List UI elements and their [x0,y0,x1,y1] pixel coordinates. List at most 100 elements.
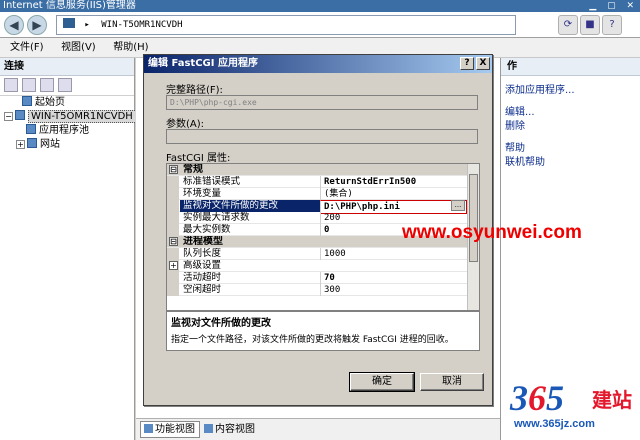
grid-row-environment-variables[interactable]: 环境变量 (集合) [167,188,467,200]
arguments-label: 参数(A): [166,119,205,130]
tree-item-app-pools[interactable]: 应用程序池 [0,124,134,138]
property-name: 队列长度 [183,248,222,259]
category-label: 常规 [183,164,203,175]
property-value[interactable]: 70 [320,272,467,284]
fastcgi-properties-label: FastCGI 属性: [166,153,231,164]
description-text: 指定一个文件路径，对该文件所做的更改将触发 FastCGI 进程的回收。 [171,335,454,345]
tree-item-sites[interactable]: + 网站 [0,138,134,152]
full-path-label: 完整路径(F): [166,85,223,96]
collapse-icon[interactable]: − [4,112,13,121]
up-icon[interactable] [40,78,54,92]
action-online-help[interactable]: 联机帮助 [501,156,640,170]
site-logo: 365 建站 www.365jz.com [510,378,636,436]
help-button[interactable]: ? [460,57,474,70]
menu-view[interactable]: 视图(V) [51,38,96,58]
arguments-field[interactable] [166,129,478,144]
stop-icon[interactable]: ■ [580,15,600,35]
address-tools: ⟳ ■? [556,15,630,35]
collapse-icon[interactable]: ⊟ [169,165,178,174]
help-icon[interactable]: ? [602,15,622,35]
breadcrumb-arrow[interactable]: ▸ [84,20,89,30]
tree-item-start-page[interactable]: 起始页 [0,96,134,110]
grid-category-general[interactable]: ⊟ 常规 [167,164,467,176]
globe-icon [27,138,37,148]
row-gutter [167,188,179,200]
back-arrow-icon[interactable]: ◀ [4,15,24,35]
property-name: 标准错误模式 [183,176,241,187]
action-add-application[interactable]: 添加应用程序... [501,84,640,98]
property-name: 活动超时 [183,272,222,283]
tree-item-label: 应用程序池 [39,125,89,136]
tab-label: 内容视图 [215,424,255,435]
property-name: 空闲超时 [183,284,222,295]
row-gutter [167,272,179,284]
connect-icon[interactable] [4,78,18,92]
grid-row-monitor-changes[interactable]: 监视对文件所做的更改 D:\PHP\php.ini ... [167,200,467,214]
row-gutter [167,212,179,224]
features-view-icon [144,424,153,433]
grid-row-stderr-mode[interactable]: 标准错误模式 ReturnStdErrIn500 [167,176,467,188]
tree-item-label: 起始页 [35,97,65,108]
property-name: 环境变量 [183,188,222,199]
property-name: 最大实例数 [183,224,231,235]
menu-help[interactable]: 帮助(H) [103,38,148,58]
property-value[interactable]: ReturnStdErrIn500 [320,176,467,188]
grid-row-activity-timeout[interactable]: 活动超时 70 [167,272,467,284]
property-description: 监视对文件所做的更改 指定一个文件路径，对该文件所做的更改将触发 FastCGI… [166,311,480,351]
watermark-url: www.osyunwei.com [402,222,582,243]
row-gutter [167,224,179,236]
save-icon[interactable] [22,78,36,92]
property-value[interactable]: (集合) [320,188,467,200]
address-bar: ◀ ▶ ▸ WIN-T5OMR1NCVDH ⟳ ■? [0,12,640,38]
action-help[interactable]: 帮助 [501,142,640,156]
logo-digit: 5 [546,378,564,418]
row-gutter [167,248,179,260]
grid-row-advanced-settings[interactable]: + 高级设置 [167,260,467,272]
logo-digit: 6 [528,378,546,418]
logo-digit: 3 [510,378,528,418]
collapse-icon[interactable]: ⊟ [169,237,178,246]
expand-icon[interactable]: + [16,140,25,149]
full-path-field[interactable]: D:\PHP\php-cgi.exe [166,95,478,110]
tree-item-label: 网站 [40,139,60,150]
action-edit[interactable]: 编辑... [501,106,640,120]
forward-arrow-icon[interactable]: ▶ [27,15,47,35]
row-gutter [167,176,179,188]
view-tabs: 功能视图 内容视图 [136,418,500,440]
grid-row-idle-timeout[interactable]: 空闲超时 300 [167,284,467,296]
window-titlebar: Internet 信息服务(IIS)管理器 ▁ ▢ ✕ [0,0,640,12]
content-view-icon [204,424,213,433]
tab-features-view[interactable]: 功能视图 [140,421,200,438]
app-pool-icon [26,124,36,134]
expand-icon[interactable]: + [169,261,178,270]
category-label: 进程模型 [183,236,223,247]
property-name: 高级设置 [183,260,222,271]
server-icon [63,18,75,28]
action-delete[interactable]: 删除 [501,120,640,134]
window-controls[interactable]: ▁ ▢ ✕ [589,0,638,12]
breadcrumb-server[interactable]: WIN-T5OMR1NCVDH [101,20,182,30]
tab-content-view[interactable]: 内容视图 [200,421,260,438]
row-gutter [167,200,179,212]
dialog-title: 编辑 FastCGI 应用程序 [148,58,258,69]
property-value[interactable]: 300 [320,284,467,296]
refresh-connections-icon[interactable] [58,78,72,92]
connections-header: 连接 [0,58,134,76]
tree-item-server[interactable]: − WIN-T5OMR1NCVDH (WIN [0,110,164,124]
ok-button[interactable]: 确定 [349,372,415,392]
actions-header: 作 [501,58,640,76]
logo-url: www.365jz.com [514,418,595,430]
address-field[interactable]: ▸ WIN-T5OMR1NCVDH [56,15,516,35]
scrollbar-thumb[interactable] [469,174,478,262]
property-value[interactable]: 1000 [320,248,467,260]
connections-panel: 连接 起始页 − WIN-T5OMR1NCVDH (WIN 应用程序池 + 网站 [0,58,164,440]
refresh-icon[interactable]: ⟳ [558,15,578,35]
property-name: 监视对文件所做的更改 [180,200,320,212]
menu-file[interactable]: 文件(F) [0,38,44,58]
close-button[interactable]: X [476,57,490,70]
browse-button[interactable]: ... [451,200,465,211]
grid-row-queue-length[interactable]: 队列长度 1000 [167,248,467,260]
logo-text: 建站 [592,388,632,412]
cancel-button[interactable]: 取消 [420,373,484,391]
window-title: Internet 信息服务(IIS)管理器 [3,0,136,11]
